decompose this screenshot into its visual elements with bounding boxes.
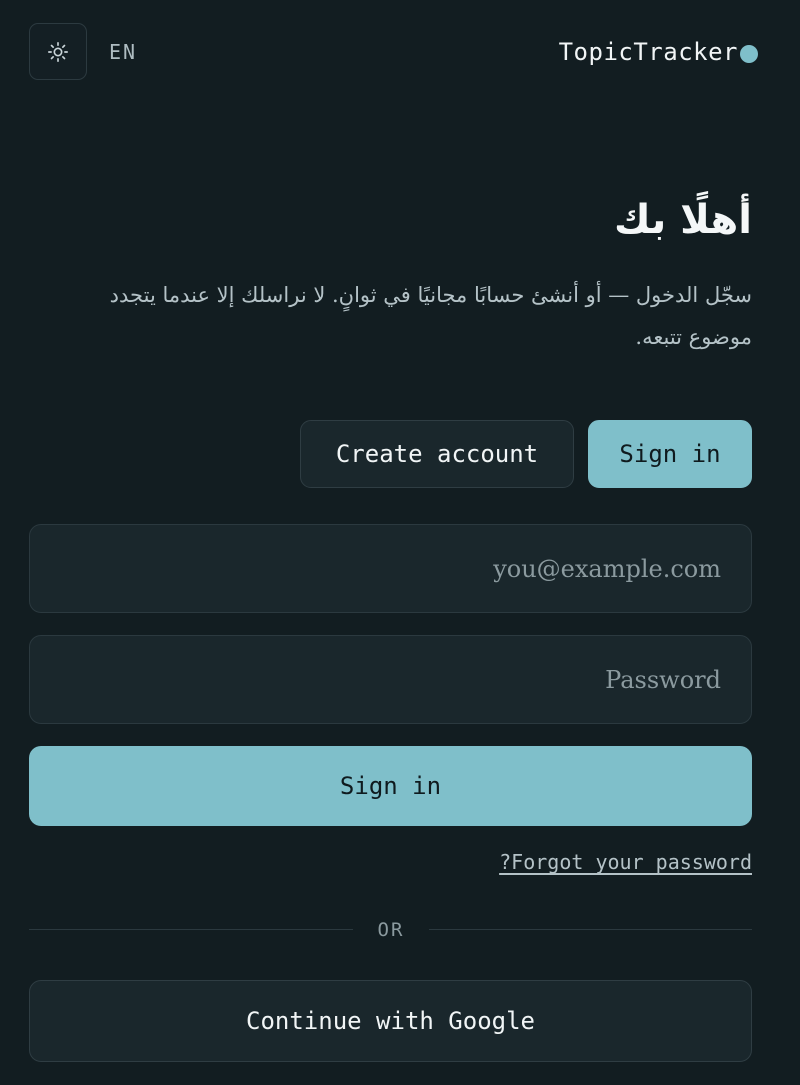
page-title: أهلًا بك	[613, 197, 752, 243]
tab-create-account[interactable]: Create account	[300, 420, 574, 488]
page-subtitle: سجّل الدخول — أو أنشئ حسابًا مجانيًا في …	[109, 283, 752, 349]
divider-line-left	[29, 929, 353, 930]
tab-sign-in[interactable]: Sign in	[588, 420, 752, 488]
language-toggle[interactable]: EN	[109, 38, 137, 66]
continue-with-google-button[interactable]: Continue with Google	[29, 980, 752, 1062]
brand-logo[interactable]: TopicTracker	[558, 36, 758, 68]
divider-line-right	[429, 929, 752, 930]
divider-label: OR	[377, 919, 405, 941]
theme-toggle-button[interactable]	[29, 23, 87, 80]
sun-icon	[47, 41, 69, 63]
forgot-password-link[interactable]: ?Forgot your password	[499, 847, 752, 877]
brand-dot-icon	[740, 45, 758, 63]
email-input[interactable]	[29, 524, 752, 613]
brand-name: TopicTracker	[558, 38, 738, 66]
sign-in-button[interactable]: Sign in	[29, 746, 752, 826]
password-input[interactable]	[29, 635, 752, 724]
